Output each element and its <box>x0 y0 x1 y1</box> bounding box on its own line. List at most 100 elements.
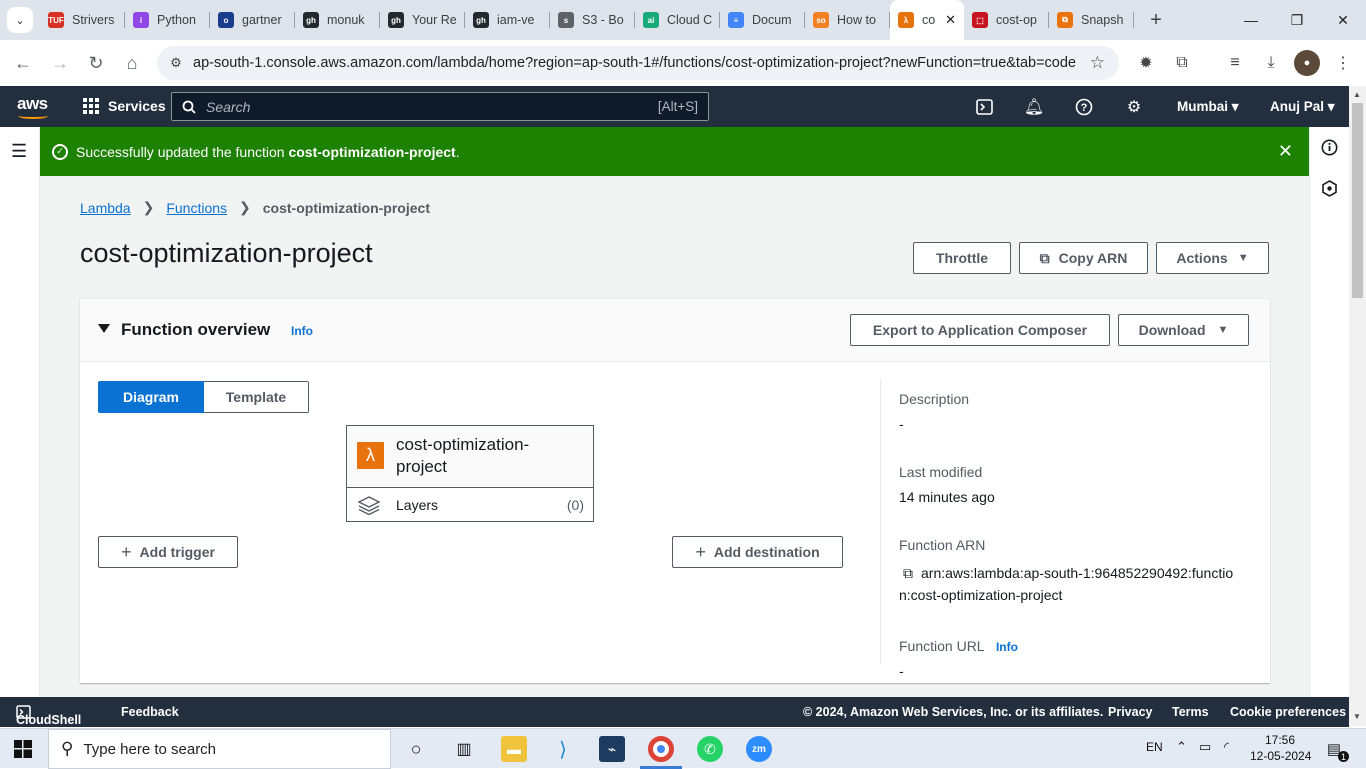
terms-link[interactable]: Terms <box>1172 705 1209 719</box>
browser-tab[interactable]: TUF Strivers <box>40 0 125 40</box>
collapse-caret-icon[interactable] <box>98 324 110 333</box>
chrome-menu-icon[interactable]: ⋮ <box>1330 50 1356 76</box>
info-link[interactable]: Info <box>291 324 313 338</box>
clock-date[interactable]: 12-05-2024 <box>1250 749 1311 763</box>
throttle-button[interactable]: Throttle <box>913 242 1011 274</box>
wifi-icon[interactable]: ◜ <box>1224 739 1229 755</box>
browser-tab-active[interactable]: λ co ✕ <box>890 0 964 40</box>
services-menu-button[interactable]: Services <box>83 98 166 114</box>
close-tab-icon[interactable]: ✕ <box>945 12 956 28</box>
actions-label: Actions <box>1176 250 1228 266</box>
restore-button[interactable]: ❐ <box>1274 0 1320 40</box>
extensions-puzzle-icon[interactable]: ⧉ <box>1169 50 1195 76</box>
tab-favicon-icon: s <box>558 12 574 28</box>
function-url-label-text: Function URL <box>899 638 985 654</box>
cloudshell-icon[interactable] <box>973 96 995 118</box>
aws-logo[interactable]: aws <box>17 94 48 119</box>
function-node-name: cost-optimization-project <box>396 434 576 478</box>
plus-icon: + <box>121 541 132 562</box>
bookmark-star-icon[interactable]: ☆ <box>1090 53 1105 73</box>
browser-tab[interactable]: ⬚ cost-op <box>964 0 1049 40</box>
tab-title: monuk <box>327 13 365 27</box>
tab-title: cost-op <box>996 13 1037 27</box>
taskbar-search[interactable]: ⚲ Type here to search <box>48 729 391 769</box>
file-explorer-icon[interactable]: ▬ <box>501 736 527 762</box>
export-to-composer-button[interactable]: Export to Application Composer <box>850 314 1110 346</box>
function-node[interactable]: λ cost-optimization-project Layers (0) <box>346 425 594 522</box>
chevron-up-icon[interactable]: ⌃ <box>1176 739 1187 755</box>
tab-template[interactable]: Template <box>204 381 309 413</box>
battery-icon[interactable]: ▭ <box>1199 739 1211 755</box>
help-icon[interactable]: ? <box>1073 96 1095 118</box>
whatsapp-icon[interactable]: ✆ <box>697 736 723 762</box>
function-url-info-link[interactable]: Info <box>996 640 1018 654</box>
language-indicator[interactable]: EN <box>1146 740 1163 754</box>
minimize-button[interactable]: — <box>1228 0 1274 40</box>
actions-dropdown-button[interactable]: Actions ▼ <box>1156 242 1269 274</box>
home-button[interactable]: ⌂ <box>114 45 150 81</box>
close-window-button[interactable]: ✕ <box>1320 0 1366 40</box>
region-selector[interactable]: Mumbai ▾ <box>1177 99 1239 115</box>
feedback-link[interactable]: Feedback <box>121 705 179 719</box>
add-trigger-button[interactable]: + Add trigger <box>98 536 238 568</box>
notifications-bell-icon[interactable]: 🔔︎ <box>1023 96 1045 118</box>
browser-tab[interactable]: so How to <box>805 0 890 40</box>
tab-search-button[interactable]: ⌄ <box>0 0 40 40</box>
downloads-icon[interactable]: ⤓ <box>1258 50 1284 76</box>
account-menu[interactable]: Anuj Pal ▾ <box>1270 99 1335 115</box>
task-view-icon[interactable]: ▥ <box>451 736 477 762</box>
cortana-icon[interactable]: ○ <box>403 736 429 762</box>
breadcrumb-functions[interactable]: Functions <box>166 200 227 216</box>
browser-tab[interactable]: ⧉ Snapsh <box>1049 0 1134 40</box>
tab-title: Python <box>157 13 196 27</box>
download-dropdown-button[interactable]: Download ▼ <box>1118 314 1249 346</box>
back-button[interactable]: ← <box>5 45 41 81</box>
browser-tab[interactable]: gh monuk <box>295 0 380 40</box>
privacy-link[interactable]: Privacy <box>1108 705 1152 719</box>
function-overview-heading[interactable]: Function overview Info <box>121 320 313 340</box>
clock-time[interactable]: 17:56 <box>1265 733 1295 747</box>
address-bar[interactable]: ⚙ ap-south-1.console.aws.amazon.com/lamb… <box>157 46 1119 80</box>
settings-gear-icon[interactable]: ⚙ <box>1123 96 1145 118</box>
extension-bug-icon[interactable]: ✹ <box>1133 50 1159 76</box>
chrome-icon[interactable] <box>648 736 674 762</box>
cloudshell-footer-button[interactable]: CloudShell <box>16 705 81 727</box>
reload-button[interactable]: ↻ <box>78 45 114 81</box>
add-destination-button[interactable]: + Add destination <box>672 536 843 568</box>
browser-tab[interactable]: ai Cloud C <box>635 0 720 40</box>
copy-icon[interactable]: ⧉ <box>903 565 913 581</box>
browser-tab[interactable]: s S3 - Bo <box>550 0 635 40</box>
layers-row[interactable]: Layers (0) <box>347 488 593 521</box>
unified-search[interactable]: [Alt+S] <box>171 92 709 121</box>
breadcrumb-lambda[interactable]: Lambda <box>80 200 131 216</box>
scrollbar-thumb[interactable] <box>1352 103 1363 298</box>
notification-center-icon[interactable]: ▤ 1 <box>1321 736 1349 762</box>
browser-tab[interactable]: o gartner <box>210 0 295 40</box>
zoom-icon[interactable]: zm <box>746 736 772 762</box>
function-name-line-2: project <box>396 457 448 476</box>
windows-start-icon[interactable] <box>14 740 32 763</box>
vscode-icon[interactable]: ⟩ <box>550 736 576 762</box>
page-scrollbar[interactable]: ▲ ▼ <box>1349 86 1366 726</box>
copy-arn-button[interactable]: ⧉ Copy ARN <box>1019 242 1148 274</box>
tutorial-hexagon-icon[interactable] <box>1321 180 1338 202</box>
function-name-line-1: cost-optimization- <box>396 435 530 454</box>
browser-tab[interactable]: ≡ Docum <box>720 0 805 40</box>
tab-diagram[interactable]: Diagram <box>98 381 204 413</box>
info-panel-icon[interactable] <box>1321 139 1338 161</box>
profile-avatar[interactable]: ● <box>1294 50 1320 76</box>
browser-tab[interactable]: i Python <box>125 0 210 40</box>
user-name: Anuj Pal <box>1270 99 1325 114</box>
browser-tab[interactable]: gh iam-ve <box>465 0 550 40</box>
remote-desktop-icon[interactable]: ⌁ <box>599 736 625 762</box>
forward-button[interactable]: → <box>42 45 78 81</box>
search-input[interactable] <box>206 98 646 115</box>
site-info-icon[interactable]: ⚙ <box>163 55 189 71</box>
cookie-preferences-link[interactable]: Cookie preferences <box>1230 705 1346 719</box>
media-control-icon[interactable]: ≡ <box>1222 50 1248 76</box>
dismiss-close-icon[interactable]: ✕ <box>1278 141 1293 162</box>
hamburger-menu-icon[interactable]: ☰ <box>11 141 27 162</box>
new-tab-button[interactable]: + <box>1138 0 1174 40</box>
browser-tab[interactable]: gh Your Re <box>380 0 465 40</box>
tab-title: Snapsh <box>1081 13 1124 27</box>
